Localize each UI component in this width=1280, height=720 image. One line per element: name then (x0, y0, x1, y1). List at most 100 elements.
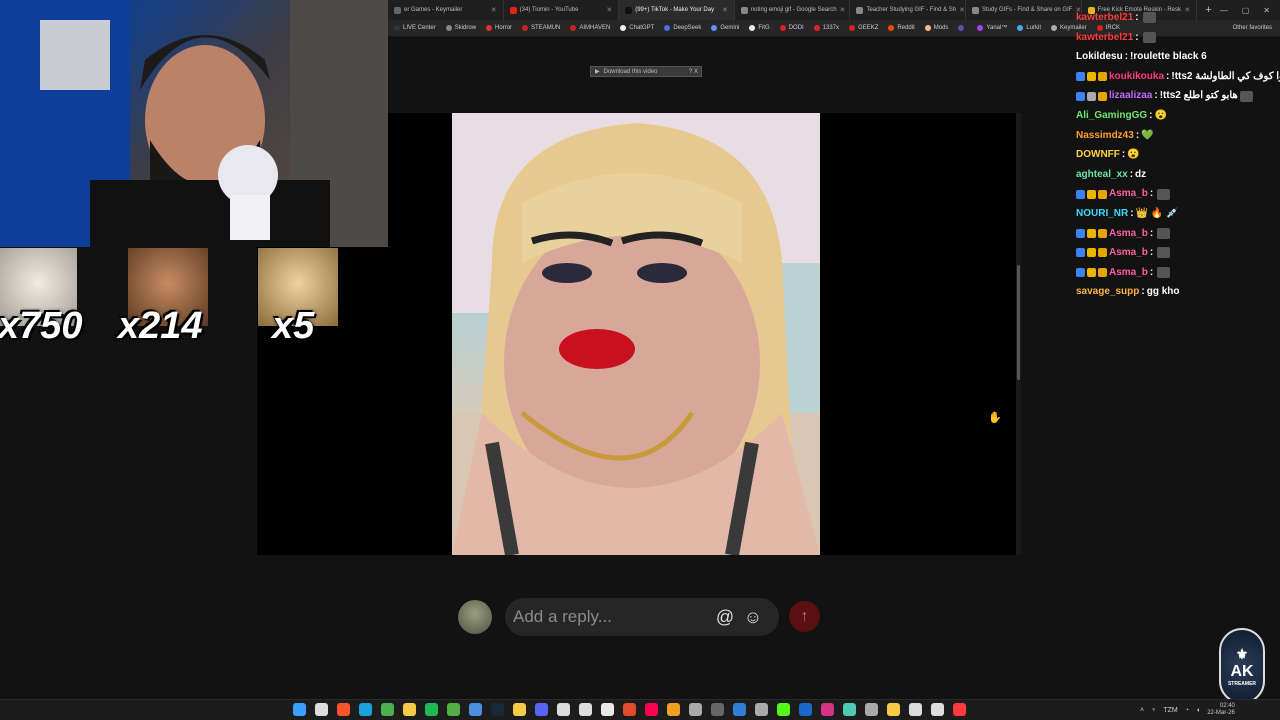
fan-icon[interactable] (865, 703, 878, 716)
video-frame[interactable] (452, 113, 820, 555)
bookmark-item[interactable]: Reddit (888, 25, 915, 31)
bookmark-item[interactable]: LIVE Center (394, 25, 436, 31)
bookmark-item[interactable]: STEAMUN (522, 25, 560, 31)
edge-icon[interactable] (359, 703, 372, 716)
settings-icon[interactable] (931, 703, 944, 716)
taskbar-clock[interactable]: 02:40 22-Mar-26 (1207, 703, 1235, 717)
browser-tab[interactable]: (99+) TikTok - Make Your Day ✕ (619, 0, 735, 20)
emote-count-2: x214 (118, 305, 203, 347)
bookmark-item[interactable]: FitG (749, 25, 770, 31)
browser-tab[interactable]: Teacher Studying GIF - Find & Sh ✕ (850, 0, 967, 20)
chrome-icon[interactable] (381, 703, 394, 716)
bookmark-icon (977, 25, 984, 31)
bookmark-item[interactable]: Horror (486, 25, 512, 31)
chat-separator: : (1154, 90, 1158, 102)
epic-icon[interactable] (711, 703, 724, 716)
globe-icon[interactable] (469, 703, 482, 716)
tab-close-icon[interactable]: ✕ (491, 6, 497, 14)
ubisoft-icon[interactable] (601, 703, 614, 716)
bookmark-item[interactable]: ChatGPT (620, 25, 654, 31)
bookmark-item[interactable]: Mods (924, 25, 948, 31)
page-scrollbar-thumb[interactable] (1017, 265, 1020, 380)
bookmark-item[interactable]: Yanal™ (977, 25, 1007, 31)
grid-icon[interactable] (799, 703, 812, 716)
bookmark-item[interactable]: 1337x (813, 25, 839, 31)
logo-subtext: STREAMER (1227, 680, 1257, 687)
bookmark-item[interactable]: Gemini (711, 25, 739, 31)
tab-close-icon[interactable]: ✕ (722, 6, 728, 14)
tray-language[interactable]: TZM (1163, 707, 1177, 714)
chat-separator: : (1149, 247, 1154, 259)
tiktok-icon[interactable] (645, 703, 658, 716)
bars-icon[interactable] (755, 703, 768, 716)
chat-badge-icon (1098, 248, 1107, 258)
folder-icon[interactable] (513, 703, 526, 716)
chat-username: Lokildesu (1076, 51, 1123, 63)
bookmark-item[interactable]: DeepSeek (664, 25, 701, 31)
chat-message: Asma_b : (1076, 224, 1280, 244)
reply-input[interactable] (513, 607, 708, 627)
pubg-icon[interactable] (667, 703, 680, 716)
logo-eagle-icon: ⚜ (1235, 645, 1249, 662)
discord-icon[interactable] (535, 703, 548, 716)
chat-text: gg kho (1146, 286, 1180, 298)
tray-network-icon[interactable]: ♆ (1151, 707, 1156, 714)
emoji-icon[interactable]: ☺ (742, 607, 764, 628)
game-icon[interactable] (689, 703, 702, 716)
browser-tab[interactable]: er Games - Keymailer ✕ (388, 0, 504, 20)
vscode-icon[interactable] (733, 703, 746, 716)
record-icon[interactable] (953, 703, 966, 716)
tab-close-icon[interactable]: ✕ (840, 6, 846, 14)
tab-close-icon[interactable]: ✕ (606, 6, 612, 14)
obs-icon[interactable] (579, 703, 592, 716)
chat-emote-icon (1157, 267, 1171, 279)
explorer-icon[interactable] (403, 703, 416, 716)
chat-badge-icon (1087, 72, 1096, 82)
chat-text: 💚 (1141, 129, 1154, 141)
bookmark-item[interactable]: Lurkit (1017, 25, 1041, 31)
tab-label: noting emoji gif - Google Search (750, 7, 837, 13)
bookmark-item[interactable] (958, 25, 967, 31)
bookmark-icon (779, 25, 786, 31)
taskbar-date: 22-Mar-26 (1207, 710, 1235, 716)
download-suffix[interactable]: ? X (689, 69, 701, 75)
bookmark-item[interactable]: AIMHAVEN (570, 25, 610, 31)
tray-chevron-icon[interactable]: ˄ (1140, 707, 1144, 714)
bookmark-label: DODI (788, 25, 804, 31)
bookmark-item[interactable]: DODI (779, 25, 804, 31)
bookmark-icon (711, 25, 718, 31)
steam-icon[interactable] (491, 703, 504, 716)
link-icon[interactable] (909, 703, 922, 716)
bookmark-item[interactable]: Skidrow (445, 25, 477, 31)
download-video-banner[interactable]: ▶ Download this video ? X (590, 66, 702, 77)
chat-text: 👑 🔥 💉 (1135, 207, 1179, 219)
chat-username: Asma_b (1109, 227, 1148, 239)
bookmark-item[interactable]: GEEKZ (849, 25, 878, 31)
search-icon[interactable] (315, 703, 328, 716)
tab-close-icon[interactable]: ✕ (959, 6, 965, 14)
github-icon[interactable] (557, 703, 570, 716)
windows-icon[interactable] (293, 703, 306, 716)
kick-icon[interactable] (777, 703, 790, 716)
send-reply-button[interactable]: ↑ (789, 601, 820, 632)
mention-icon[interactable]: @ (714, 607, 736, 628)
bookmark-label: Lurkit (1026, 25, 1041, 31)
browser-tab[interactable]: noting emoji gif - Google Search ✕ (735, 0, 851, 20)
chat-separator: : (1121, 149, 1126, 161)
clip-icon[interactable] (623, 703, 636, 716)
bookmark-icon (445, 25, 452, 31)
feather-icon[interactable] (887, 703, 900, 716)
tray-volume-icon[interactable]: ◖ (1196, 707, 1200, 714)
gem-icon[interactable] (821, 703, 834, 716)
spotify-icon[interactable] (425, 703, 438, 716)
chat-text: 😮 (1154, 109, 1167, 121)
xbox-icon[interactable] (447, 703, 460, 716)
terminal-icon[interactable] (843, 703, 856, 716)
bookmark-icon (1051, 25, 1057, 31)
browser-tab[interactable]: Study GIFs - Find & Share on GIF ✕ (966, 0, 1082, 20)
browser-tab[interactable]: (34) Tiomin - YouTube ✕ (504, 0, 620, 20)
chat-badge-icon (1098, 189, 1107, 199)
brave-icon[interactable] (337, 703, 350, 716)
bookmark-label: Skidrow (454, 25, 477, 31)
tray-wifi-icon[interactable]: ◔ (1185, 707, 1189, 714)
